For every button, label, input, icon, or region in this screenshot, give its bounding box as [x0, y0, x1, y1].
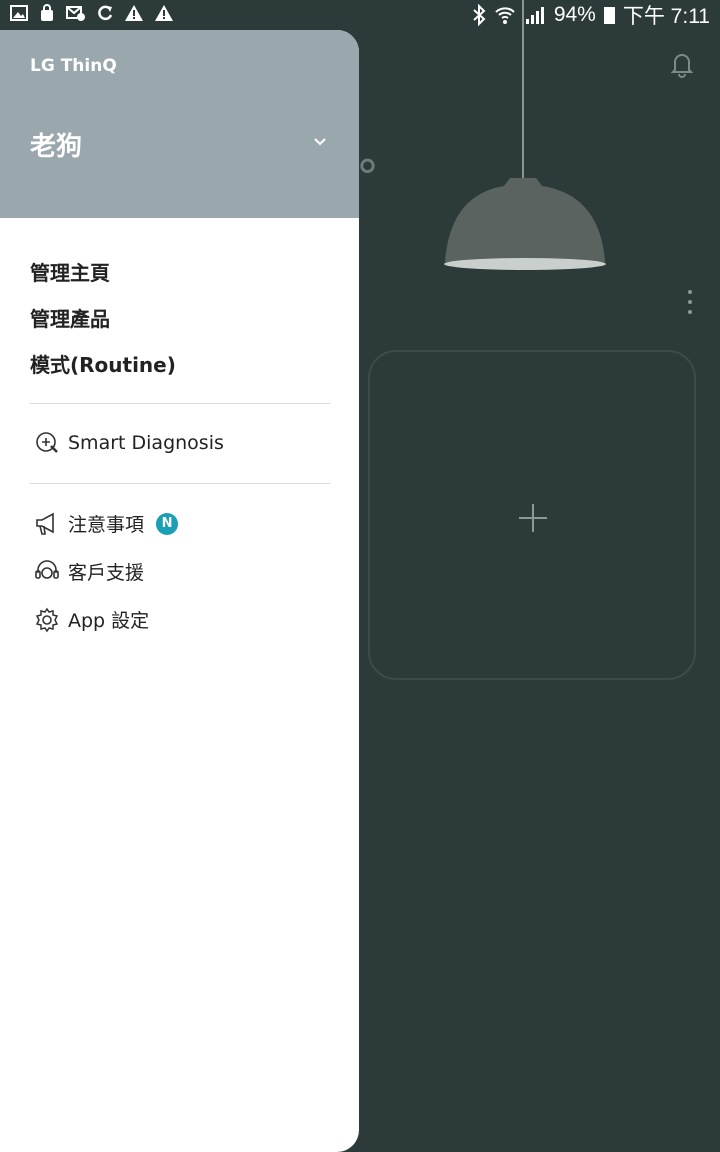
status-bar-left	[10, 4, 174, 22]
shopping-bag-icon	[41, 4, 53, 21]
headset-icon	[35, 559, 59, 579]
more-options-icon[interactable]	[684, 290, 696, 318]
gear-icon	[35, 607, 59, 632]
menu-item-manage-products[interactable]: 管理產品	[30, 304, 176, 350]
app-settings-label: App 設定	[68, 610, 150, 632]
menu-item-routine[interactable]: 模式(Routine)	[30, 350, 176, 396]
signal-icon	[525, 7, 544, 24]
chevron-down-icon[interactable]	[312, 134, 328, 150]
divider	[30, 483, 330, 484]
menu-item-app-settings[interactable]: App 設定	[34, 606, 149, 633]
main-menu: 管理主頁 管理產品 模式(Routine)	[30, 258, 176, 396]
wifi-icon	[495, 7, 515, 24]
menu-item-smart-diagnosis[interactable]: Smart Diagnosis	[34, 430, 224, 456]
bluetooth-icon	[473, 4, 486, 26]
warning-icon	[125, 5, 143, 21]
smart-diagnosis-icon	[36, 432, 58, 453]
new-badge: N	[156, 512, 179, 535]
divider	[30, 403, 330, 404]
image-icon	[10, 5, 28, 21]
warning-icon	[155, 5, 173, 21]
smart-diagnosis-label: Smart Diagnosis	[68, 432, 224, 454]
navigation-drawer: LG ThinQ 老狗 管理主頁 管理產品 模式(Routine) Smart …	[0, 30, 359, 1152]
menu-item-notices[interactable]: 注意事項 N	[34, 510, 179, 537]
support-label: 客戶支援	[68, 562, 145, 584]
battery-icon	[603, 6, 615, 24]
pendant-lamp-illustration	[444, 0, 606, 270]
status-bar: 94% 下午 7:11	[0, 0, 720, 30]
add-icon[interactable]	[517, 502, 549, 534]
status-bar-right: 94% 下午 7:11	[472, 2, 710, 28]
drawer-header: LG ThinQ 老狗	[0, 30, 359, 218]
home-name[interactable]: 老狗	[30, 126, 82, 163]
notices-label: 注意事項	[68, 514, 145, 536]
clock: 下午 7:11	[622, 5, 710, 28]
menu-item-support[interactable]: 客戶支援	[34, 558, 144, 585]
mail-icon	[66, 6, 85, 21]
background-decoration: °	[356, 150, 379, 204]
bell-icon[interactable]	[668, 50, 696, 78]
menu-item-manage-home[interactable]: 管理主頁	[30, 258, 176, 304]
app-brand: LG ThinQ	[30, 56, 117, 76]
battery-percent: 94%	[553, 3, 596, 26]
sync-icon	[98, 5, 113, 21]
megaphone-icon	[36, 512, 54, 535]
